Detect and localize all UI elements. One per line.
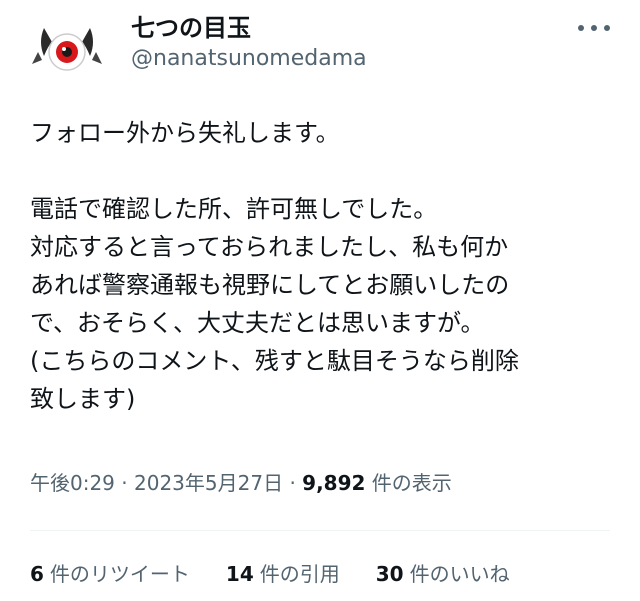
likes-count: 30: [375, 562, 404, 586]
retweets-stat[interactable]: 6 件のリツイート: [30, 559, 190, 589]
view-count: 9,892: [302, 471, 366, 495]
tweet-line: あれば警察通報も視野にしてとお願いしたの: [30, 271, 510, 299]
engagement-stats: 6 件のリツイート 14 件の引用 30 件のいいね: [30, 559, 546, 589]
tweet-line: 致します): [30, 385, 136, 413]
meta-separator: ·: [121, 471, 128, 495]
view-label: 件の表示: [371, 471, 452, 495]
tweet-time[interactable]: 午後0:29: [30, 471, 115, 495]
likes-label: 件のいいね: [409, 562, 510, 586]
tweet-text: フォロー外から失礼します。 電話で確認した所、許可無しでした。 対応すると言って…: [30, 114, 620, 418]
quotes-count: 14: [225, 562, 254, 586]
tweet-date[interactable]: 2023年5月27日: [134, 471, 283, 495]
avatar[interactable]: [30, 16, 104, 90]
more-options-icon[interactable]: [578, 18, 610, 38]
tweet-line: で、おそらく、大丈夫だとは思いますが。: [30, 309, 485, 337]
meta-separator: ·: [289, 471, 296, 495]
tweet-meta: 午後0:29 · 2023年5月27日 · 9,892 件の表示: [30, 468, 452, 498]
retweets-count: 6: [30, 562, 44, 586]
quotes-label: 件の引用: [259, 562, 340, 586]
right-wing-icon: [92, 52, 102, 64]
left-wing-icon: [32, 52, 42, 64]
tweet-line: フォロー外から失礼します。: [30, 119, 340, 147]
retweets-label: 件のリツイート: [49, 562, 190, 586]
quotes-stat[interactable]: 14 件の引用: [226, 559, 340, 589]
divider: [30, 530, 610, 531]
display-name[interactable]: 七つの目玉: [131, 12, 251, 44]
user-handle[interactable]: @nanatsunomedama: [131, 44, 367, 74]
likes-stat[interactable]: 30 件のいいね: [376, 559, 510, 589]
tweet-line: (こちらのコメント、残すと駄目そうなら削除: [30, 347, 519, 375]
tweet-line: 対応すると言っておられましたし、私も何か: [30, 233, 509, 261]
tweet-line: 電話で確認した所、許可無しでした。: [30, 195, 438, 223]
